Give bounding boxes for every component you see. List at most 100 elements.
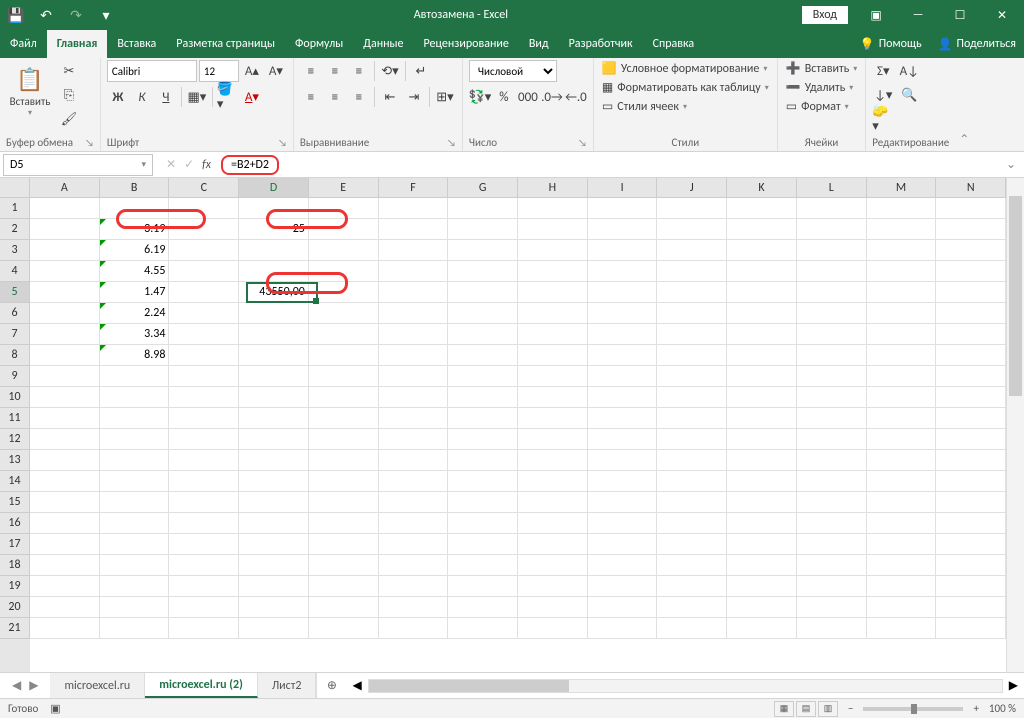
cell-A14[interactable] bbox=[30, 471, 100, 492]
cell-N17[interactable] bbox=[936, 534, 1006, 555]
row-header-14[interactable]: 14 bbox=[0, 471, 30, 492]
cell-E13[interactable] bbox=[309, 450, 379, 471]
cell-E9[interactable] bbox=[309, 366, 379, 387]
row-header-6[interactable]: 6 bbox=[0, 303, 30, 324]
fill-icon[interactable]: ↓▾ bbox=[872, 84, 894, 106]
cell-E5[interactable] bbox=[309, 282, 379, 303]
cell-N10[interactable] bbox=[936, 387, 1006, 408]
cell-M17[interactable] bbox=[867, 534, 937, 555]
cell-F14[interactable] bbox=[379, 471, 449, 492]
cell-J3[interactable] bbox=[657, 240, 727, 261]
number-launcher[interactable]: ↘ bbox=[578, 136, 587, 149]
horizontal-scrollbar[interactable]: ◀ ▶ bbox=[346, 673, 1024, 698]
cell-G3[interactable] bbox=[448, 240, 518, 261]
cell-M21[interactable] bbox=[867, 618, 937, 639]
col-header-N[interactable]: N bbox=[936, 178, 1006, 198]
cell-B8[interactable]: 8.98 bbox=[100, 345, 170, 366]
cell-C4[interactable] bbox=[169, 261, 239, 282]
qat-customize-icon[interactable]: ▾ bbox=[92, 1, 120, 29]
delete-cells[interactable]: ➖Удалить▾ bbox=[784, 79, 859, 96]
view-page-break-icon[interactable]: ▥ bbox=[818, 701, 838, 717]
tab-data[interactable]: Данные bbox=[353, 30, 413, 58]
cell-F2[interactable] bbox=[379, 219, 449, 240]
align-middle-icon[interactable]: ≡ bbox=[324, 60, 346, 82]
cell-D5[interactable]: 43550,00 bbox=[239, 282, 309, 303]
collapse-ribbon-icon[interactable]: ⌃ bbox=[955, 58, 973, 151]
cell-F19[interactable] bbox=[379, 576, 449, 597]
cell-H11[interactable] bbox=[518, 408, 588, 429]
row-header-19[interactable]: 19 bbox=[0, 576, 30, 597]
cell-N2[interactable] bbox=[936, 219, 1006, 240]
cell-K21[interactable] bbox=[727, 618, 797, 639]
cell-H19[interactable] bbox=[518, 576, 588, 597]
cell-G17[interactable] bbox=[448, 534, 518, 555]
cell-I1[interactable] bbox=[588, 198, 658, 219]
cell-E16[interactable] bbox=[309, 513, 379, 534]
decrease-indent-icon[interactable]: ⇤ bbox=[379, 86, 401, 108]
cell-M15[interactable] bbox=[867, 492, 937, 513]
cell-L6[interactable] bbox=[797, 303, 867, 324]
cell-K13[interactable] bbox=[727, 450, 797, 471]
cell-D21[interactable] bbox=[239, 618, 309, 639]
cell-N1[interactable] bbox=[936, 198, 1006, 219]
col-header-I[interactable]: I bbox=[588, 178, 658, 198]
row-header-16[interactable]: 16 bbox=[0, 513, 30, 534]
cell-M14[interactable] bbox=[867, 471, 937, 492]
cell-M10[interactable] bbox=[867, 387, 937, 408]
col-header-G[interactable]: G bbox=[448, 178, 518, 198]
cell-D20[interactable] bbox=[239, 597, 309, 618]
cell-D14[interactable] bbox=[239, 471, 309, 492]
insert-cells[interactable]: ➕Вставить▾ bbox=[784, 60, 859, 77]
cell-I7[interactable] bbox=[588, 324, 658, 345]
tab-file[interactable]: Файл bbox=[0, 30, 47, 58]
cell-A8[interactable] bbox=[30, 345, 100, 366]
sheet-tab-3[interactable]: Лист2 bbox=[258, 673, 317, 698]
cell-H14[interactable] bbox=[518, 471, 588, 492]
cell-D19[interactable] bbox=[239, 576, 309, 597]
cell-K5[interactable] bbox=[727, 282, 797, 303]
cell-A5[interactable] bbox=[30, 282, 100, 303]
cell-G1[interactable] bbox=[448, 198, 518, 219]
cell-A21[interactable] bbox=[30, 618, 100, 639]
cell-A1[interactable] bbox=[30, 198, 100, 219]
cell-A17[interactable] bbox=[30, 534, 100, 555]
cell-N3[interactable] bbox=[936, 240, 1006, 261]
cell-B15[interactable] bbox=[100, 492, 170, 513]
cell-C1[interactable] bbox=[169, 198, 239, 219]
cell-B17[interactable] bbox=[100, 534, 170, 555]
increase-indent-icon[interactable]: ⇥ bbox=[403, 86, 425, 108]
name-box-dropdown-icon[interactable]: ▾ bbox=[141, 159, 146, 170]
cell-L18[interactable] bbox=[797, 555, 867, 576]
cell-H13[interactable] bbox=[518, 450, 588, 471]
align-left-icon[interactable]: ≡ bbox=[300, 86, 322, 108]
cell-D8[interactable] bbox=[239, 345, 309, 366]
cell-M12[interactable] bbox=[867, 429, 937, 450]
cell-I21[interactable] bbox=[588, 618, 658, 639]
cell-N21[interactable] bbox=[936, 618, 1006, 639]
cell-N19[interactable] bbox=[936, 576, 1006, 597]
row-header-4[interactable]: 4 bbox=[0, 261, 30, 282]
cell-D11[interactable] bbox=[239, 408, 309, 429]
cell-L15[interactable] bbox=[797, 492, 867, 513]
cell-I17[interactable] bbox=[588, 534, 658, 555]
cell-B18[interactable] bbox=[100, 555, 170, 576]
cell-L20[interactable] bbox=[797, 597, 867, 618]
row-header-2[interactable]: 2 bbox=[0, 219, 30, 240]
cell-I13[interactable] bbox=[588, 450, 658, 471]
view-normal-icon[interactable]: ▦ bbox=[774, 701, 794, 717]
tab-view[interactable]: Вид bbox=[519, 30, 559, 58]
cell-J10[interactable] bbox=[657, 387, 727, 408]
cell-K19[interactable] bbox=[727, 576, 797, 597]
cell-C13[interactable] bbox=[169, 450, 239, 471]
cell-N5[interactable] bbox=[936, 282, 1006, 303]
cell-H17[interactable] bbox=[518, 534, 588, 555]
cell-I19[interactable] bbox=[588, 576, 658, 597]
cell-H6[interactable] bbox=[518, 303, 588, 324]
cell-F5[interactable] bbox=[379, 282, 449, 303]
cell-B14[interactable] bbox=[100, 471, 170, 492]
cell-H1[interactable] bbox=[518, 198, 588, 219]
cell-I15[interactable] bbox=[588, 492, 658, 513]
align-top-icon[interactable]: ≡ bbox=[300, 60, 322, 82]
sheet-tab-1[interactable]: microexcel.ru bbox=[50, 673, 145, 698]
cell-D16[interactable] bbox=[239, 513, 309, 534]
